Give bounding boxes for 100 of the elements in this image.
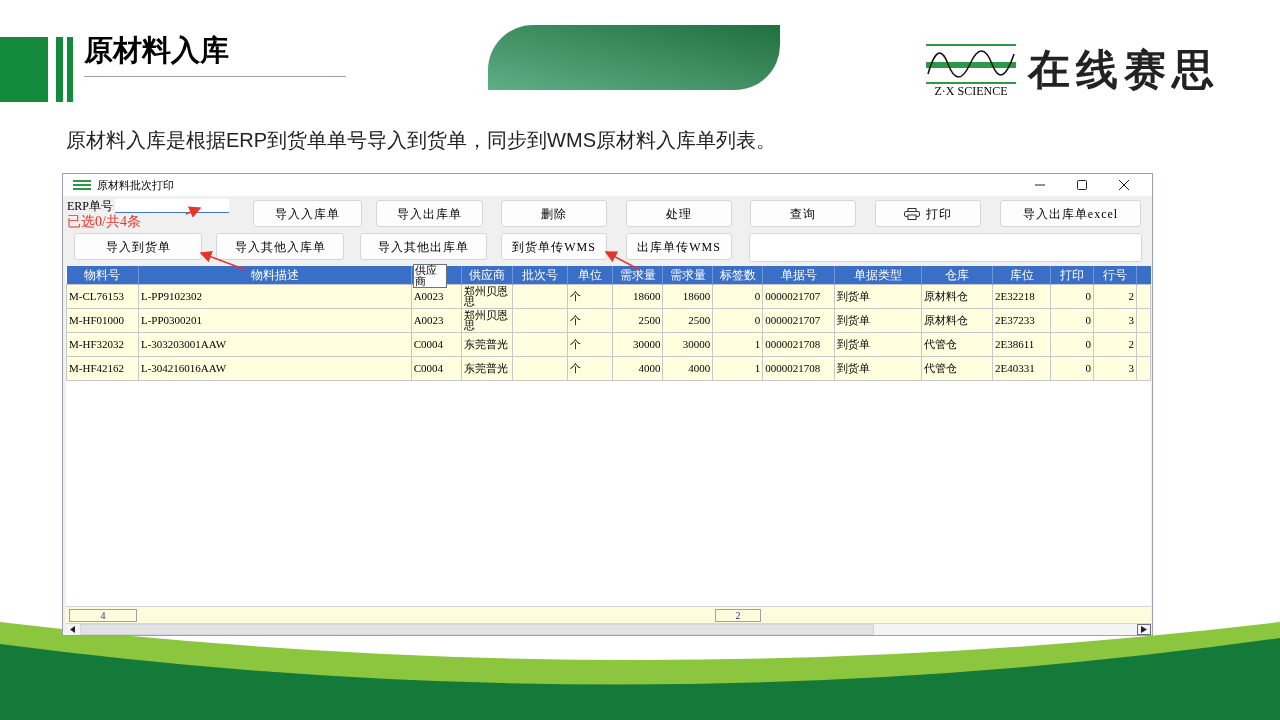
table-cell-text: 0 bbox=[754, 290, 761, 302]
table-cell-text: 原材料仓 bbox=[924, 314, 969, 326]
table-cell-text: 个 bbox=[570, 290, 582, 302]
summary-cell: 4 bbox=[69, 608, 137, 622]
toolbar-button[interactable]: 删除 bbox=[501, 200, 607, 227]
window-title: 原材料批次打印 bbox=[97, 177, 174, 193]
toolbar-button[interactable]: 导入出库单excel bbox=[1000, 200, 1141, 227]
toolbar-button[interactable]: 导入其他出库单 bbox=[360, 233, 487, 260]
table-cell-text: 0 bbox=[1085, 314, 1091, 326]
annotation-arrow bbox=[199, 251, 247, 271]
table-cell-text: 1 bbox=[754, 362, 761, 374]
table-cell-text: 代管仓 bbox=[924, 338, 958, 350]
toolbar-button[interactable]: 导入其他入库单 bbox=[216, 233, 344, 260]
table-cell-text: 2E40331 bbox=[995, 362, 1035, 374]
table-cell-text: 0 bbox=[1085, 290, 1091, 302]
column-header[interactable]: 单位 bbox=[567, 266, 613, 284]
table-cell-text: 原材料仓 bbox=[924, 290, 969, 302]
column-header[interactable]: 行号 bbox=[1093, 266, 1137, 284]
horizontal-scrollbar[interactable] bbox=[66, 623, 1151, 635]
table-cell-text: 2E32218 bbox=[995, 290, 1035, 302]
table-cell-text: 1 bbox=[754, 338, 761, 350]
table-cell-text: A0023 bbox=[413, 290, 444, 302]
table-cell-text: 到货单 bbox=[837, 290, 871, 302]
toolbar-button[interactable]: 出库单传WMS bbox=[626, 233, 732, 260]
table-cell-text: 个 bbox=[570, 362, 582, 374]
table-cell-text: 3 bbox=[1128, 362, 1134, 374]
description-text: 原材料入库是根据ERP到货单单号导入到货单，同步到WMS原材料入库单列表。 bbox=[66, 128, 777, 153]
printer-icon bbox=[904, 207, 920, 220]
table-cell-text: M-HF32032 bbox=[69, 338, 124, 350]
table-cell-text: L-304216016AAW bbox=[140, 362, 227, 374]
table-cell-text: 18600 bbox=[632, 290, 661, 302]
table-cell-text: L-PP0300201 bbox=[140, 314, 203, 326]
table-cell-text: 到货单 bbox=[837, 338, 871, 350]
column-header[interactable]: 标签数 bbox=[712, 266, 763, 284]
erp-field[interactable] bbox=[115, 199, 229, 213]
toolbar-button[interactable]: 查询 bbox=[750, 200, 856, 227]
table-cell-text: 东莞普光 bbox=[463, 362, 508, 374]
table-cell-text: 到货单 bbox=[837, 362, 871, 374]
table-cell-text: L-PP9102302 bbox=[140, 290, 203, 302]
toolbar-button[interactable]: 导入入库单 bbox=[253, 200, 362, 227]
slide-title: 原材料入库 bbox=[84, 33, 229, 68]
column-header[interactable]: 需求量 bbox=[612, 266, 663, 284]
table-cell-text: 4000 bbox=[688, 362, 711, 374]
message-field[interactable] bbox=[749, 233, 1142, 262]
table-cell-text: 2E37233 bbox=[995, 314, 1035, 326]
table-cell-text: 0 bbox=[1085, 362, 1091, 374]
table-cell-text: L-303203001AAW bbox=[140, 338, 227, 350]
table-cell-text: 个 bbox=[570, 314, 582, 326]
selection-status: 已选0/共4条 bbox=[67, 214, 142, 230]
column-header[interactable]: 批次号 bbox=[512, 266, 568, 284]
column-header[interactable]: 物料号 bbox=[66, 266, 139, 284]
column-header[interactable]: 单据类型 bbox=[834, 266, 922, 284]
column-header[interactable]: 物料描述 bbox=[138, 266, 412, 284]
table-cell-text: 0000021707 bbox=[765, 290, 821, 302]
logo-icon bbox=[926, 44, 1016, 84]
column-header[interactable]: 供应商 bbox=[461, 266, 513, 284]
table-cell-text: 30000 bbox=[632, 338, 661, 350]
table-cell-text: 到货单 bbox=[837, 314, 871, 326]
table-cell-text: C0004 bbox=[413, 338, 443, 350]
table-cell-text: 3 bbox=[1128, 314, 1134, 326]
table-cell-text: 2 bbox=[1128, 338, 1134, 350]
table-cell-text: 0 bbox=[1085, 338, 1091, 350]
column-header[interactable]: 打印 bbox=[1050, 266, 1094, 284]
annotation-arrow bbox=[185, 206, 202, 218]
table-cell-text: 0000021708 bbox=[765, 338, 821, 350]
table-cell-text: 0000021708 bbox=[765, 362, 821, 374]
logo-tagline: Z·X SCIENCE bbox=[934, 84, 1008, 98]
table-cell-text: 东莞普光 bbox=[463, 338, 508, 350]
table-cell-text: M-HF01000 bbox=[69, 314, 124, 326]
table-cell-text: 0 bbox=[754, 314, 761, 326]
column-header[interactable]: 仓库 bbox=[921, 266, 993, 284]
app-icon bbox=[73, 180, 91, 190]
column-header[interactable]: 单据号 bbox=[762, 266, 835, 284]
header-tooltip: 供应商 bbox=[412, 264, 447, 288]
table-cell-text: A0023 bbox=[413, 314, 444, 326]
erp-label: ERP单号 bbox=[67, 199, 113, 213]
summary-cell: 2 bbox=[715, 608, 761, 622]
toolbar-button[interactable]: 处理 bbox=[626, 200, 732, 227]
column-header[interactable]: 需求量 bbox=[662, 266, 713, 284]
toolbar-button[interactable]: 到货单传WMS bbox=[501, 233, 607, 260]
table-cell-text: 30000 bbox=[682, 338, 711, 350]
table-cell-text: C0004 bbox=[413, 362, 443, 374]
toolbar-button[interactable]: 导入出库单 bbox=[376, 200, 483, 227]
table-cell-text: 代管仓 bbox=[924, 362, 958, 374]
toolbar-button[interactable]: 打印 bbox=[875, 200, 981, 227]
table-cell-text: 4000 bbox=[638, 362, 661, 374]
scroll-right-icon[interactable] bbox=[1137, 624, 1151, 635]
table-cell-text: 18600 bbox=[682, 290, 711, 302]
table-cell-text: M-HF42162 bbox=[69, 362, 124, 374]
table-cell-text: 0000021707 bbox=[765, 314, 821, 326]
table-cell-text: 郑州贝恩思 bbox=[463, 309, 508, 331]
table-cell-text: 2500 bbox=[688, 314, 711, 326]
scrollbar-thumb[interactable] bbox=[80, 624, 874, 635]
close-icon[interactable] bbox=[1118, 179, 1130, 191]
toolbar-button[interactable]: 导入到货单 bbox=[74, 233, 202, 260]
logo-text: 在线赛思 bbox=[1028, 45, 1220, 95]
table-cell-text: 个 bbox=[570, 338, 582, 350]
column-header[interactable]: 库位 bbox=[992, 266, 1051, 284]
table-cell-text: M-CL76153 bbox=[69, 290, 124, 302]
maximize-icon[interactable] bbox=[1076, 179, 1088, 191]
